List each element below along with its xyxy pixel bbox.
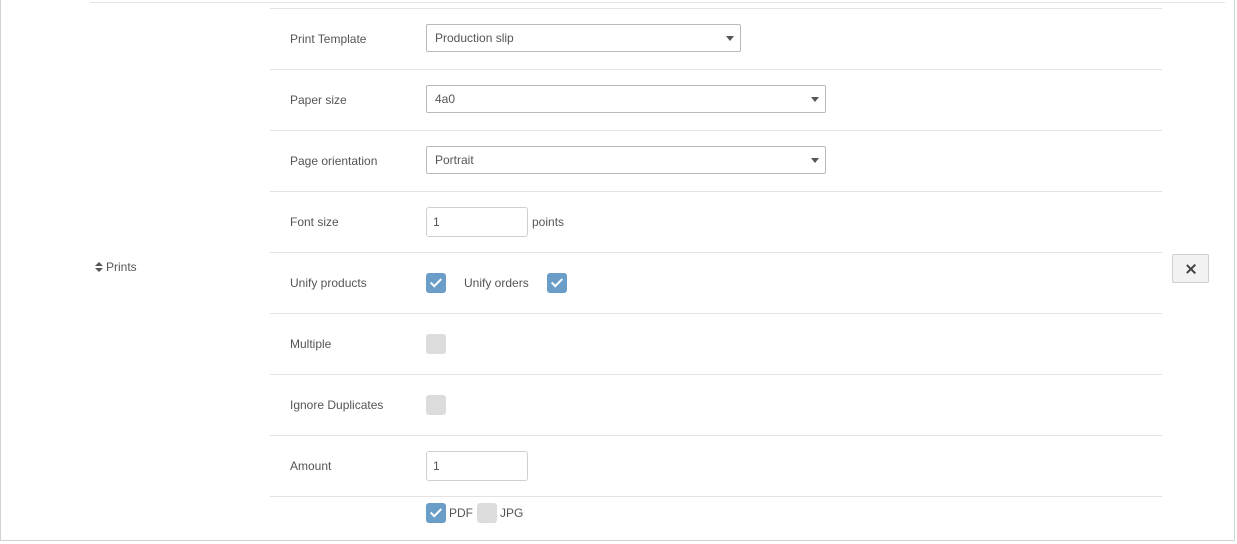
row-page-orientation: Page orientation Portrait <box>270 130 1162 191</box>
section-label-text: Prints <box>106 260 137 274</box>
page-orientation-select[interactable]: Portrait <box>426 146 826 174</box>
paper-size-select[interactable]: 4a0 <box>426 85 826 113</box>
amount-label: Amount <box>290 459 332 473</box>
unify-orders-checkbox[interactable] <box>546 273 567 293</box>
row-multiple: Multiple <box>270 313 1162 374</box>
section-label-prints[interactable]: Prints <box>95 260 137 274</box>
row-paper-size: Paper size 4a0 <box>270 69 1162 130</box>
unify-products-label: Unify products <box>290 276 367 290</box>
row-amount: Amount 1 <box>270 435 1162 497</box>
jpg-label: JPG <box>500 506 524 520</box>
page-orientation-value: Portrait <box>435 153 474 167</box>
multiple-checkbox[interactable] <box>426 334 446 354</box>
row-font-size: Font size 1 points <box>270 191 1162 252</box>
print-template-select[interactable]: Production slip <box>426 24 741 52</box>
font-size-unit: points <box>532 215 565 229</box>
format-options: PDF JPG <box>426 503 527 523</box>
chevron-down-icon <box>811 158 819 163</box>
unify-products-checkbox[interactable] <box>426 273 446 293</box>
paper-size-label: Paper size <box>290 93 347 107</box>
paper-size-value: 4a0 <box>435 92 456 106</box>
row-ignore-duplicates: Ignore Duplicates <box>270 374 1162 435</box>
pdf-checkbox[interactable] <box>426 503 446 523</box>
print-template-value: Production slip <box>435 31 514 45</box>
remove-section-button[interactable] <box>1172 254 1209 283</box>
row-print-template: Print Template Production slip <box>270 8 1162 69</box>
amount-input[interactable]: 1 <box>426 451 528 481</box>
chevron-down-icon <box>811 97 819 102</box>
multiple-label: Multiple <box>290 337 332 351</box>
ignore-duplicates-checkbox[interactable] <box>426 395 446 415</box>
chevron-down-icon <box>726 36 734 41</box>
close-icon <box>1186 264 1196 274</box>
print-template-label: Print Template <box>290 32 367 46</box>
font-size-label: Font size <box>290 215 339 229</box>
unify-orders-label: Unify orders <box>464 276 529 290</box>
print-settings-form: Print Template Production slip Paper siz… <box>270 8 1162 497</box>
row-unify: Unify products Unify orders <box>270 252 1162 313</box>
jpg-checkbox[interactable] <box>477 503 497 523</box>
ignore-duplicates-label: Ignore Duplicates <box>290 398 384 412</box>
font-size-input[interactable]: 1 <box>426 207 528 237</box>
sort-icon[interactable] <box>95 261 103 273</box>
pdf-label: PDF <box>449 506 473 520</box>
page-orientation-label: Page orientation <box>290 154 378 168</box>
top-divider <box>90 2 1225 3</box>
